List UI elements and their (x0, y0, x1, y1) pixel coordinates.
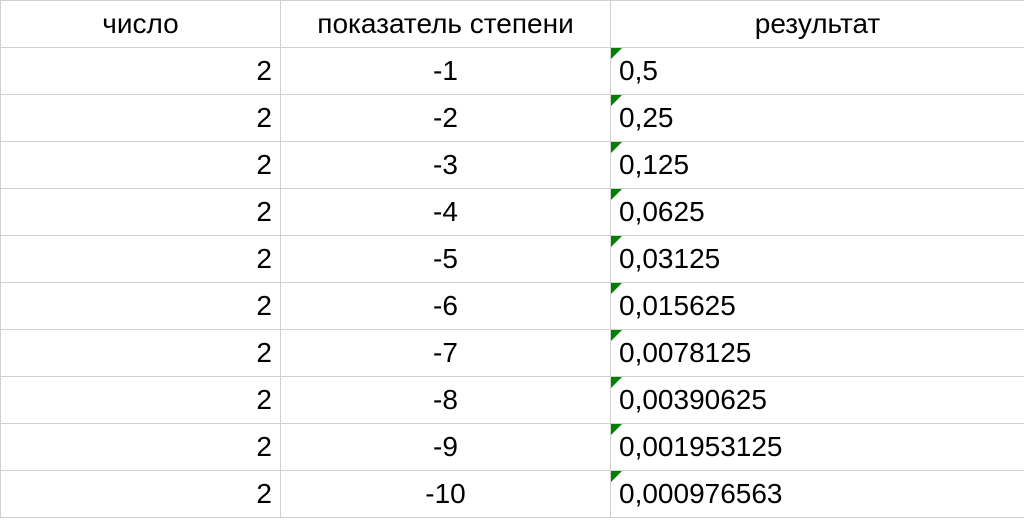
table-row: 2 -10 0,000976563 (1, 471, 1024, 518)
cell-number[interactable]: 2 (1, 471, 281, 518)
cell-number[interactable]: 2 (1, 48, 281, 95)
cell-exponent[interactable]: -9 (281, 424, 611, 471)
power-table: число показатель степени результат 2 -1 … (0, 0, 1024, 518)
cell-exponent[interactable]: -2 (281, 95, 611, 142)
table-row: 2 -4 0,0625 (1, 189, 1024, 236)
table-row: 2 -6 0,015625 (1, 283, 1024, 330)
cell-exponent[interactable]: -8 (281, 377, 611, 424)
cell-result[interactable]: 0,0078125 (611, 330, 1024, 377)
table-row: 2 -1 0,5 (1, 48, 1024, 95)
cell-number[interactable]: 2 (1, 95, 281, 142)
cell-result[interactable]: 0,00390625 (611, 377, 1024, 424)
cell-result[interactable]: 0,03125 (611, 236, 1024, 283)
table-row: 2 -9 0,001953125 (1, 424, 1024, 471)
cell-result[interactable]: 0,015625 (611, 283, 1024, 330)
cell-exponent[interactable]: -5 (281, 236, 611, 283)
header-exponent[interactable]: показатель степени (281, 1, 611, 48)
cell-exponent[interactable]: -6 (281, 283, 611, 330)
cell-exponent[interactable]: -10 (281, 471, 611, 518)
header-result[interactable]: результат (611, 1, 1024, 48)
header-number[interactable]: число (1, 1, 281, 48)
table-row: 2 -2 0,25 (1, 95, 1024, 142)
cell-number[interactable]: 2 (1, 142, 281, 189)
table-row: 2 -5 0,03125 (1, 236, 1024, 283)
cell-result[interactable]: 0,0625 (611, 189, 1024, 236)
table-header-row: число показатель степени результат (1, 1, 1024, 48)
cell-number[interactable]: 2 (1, 377, 281, 424)
table-row: 2 -3 0,125 (1, 142, 1024, 189)
table-row: 2 -8 0,00390625 (1, 377, 1024, 424)
cell-result[interactable]: 0,125 (611, 142, 1024, 189)
cell-number[interactable]: 2 (1, 283, 281, 330)
cell-result[interactable]: 0,001953125 (611, 424, 1024, 471)
cell-exponent[interactable]: -7 (281, 330, 611, 377)
cell-exponent[interactable]: -3 (281, 142, 611, 189)
table-row: 2 -7 0,0078125 (1, 330, 1024, 377)
cell-exponent[interactable]: -4 (281, 189, 611, 236)
cell-exponent[interactable]: -1 (281, 48, 611, 95)
cell-number[interactable]: 2 (1, 189, 281, 236)
cell-number[interactable]: 2 (1, 236, 281, 283)
cell-result[interactable]: 0,000976563 (611, 471, 1024, 518)
cell-result[interactable]: 0,5 (611, 48, 1024, 95)
cell-number[interactable]: 2 (1, 424, 281, 471)
cell-result[interactable]: 0,25 (611, 95, 1024, 142)
cell-number[interactable]: 2 (1, 330, 281, 377)
